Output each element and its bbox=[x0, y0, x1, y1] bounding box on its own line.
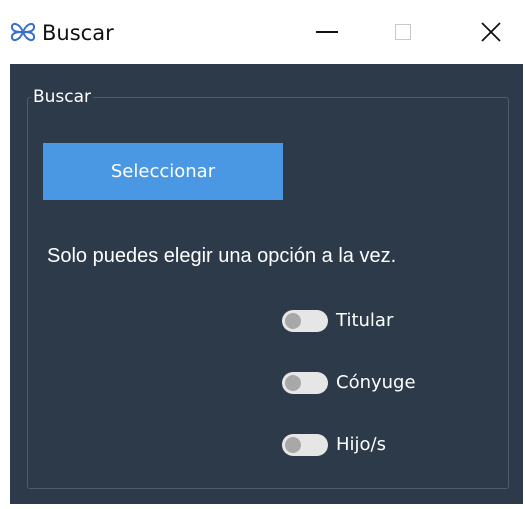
select-button[interactable]: Seleccionar bbox=[43, 143, 283, 200]
client-area: Buscar Seleccionar Solo puedes elegir un… bbox=[10, 64, 523, 504]
title-bar[interactable]: Buscar bbox=[0, 0, 525, 64]
search-window: Buscar Buscar Seleccionar Solo puedes el… bbox=[0, 0, 525, 509]
toggle-knob bbox=[285, 313, 301, 329]
window-title: Buscar bbox=[42, 21, 114, 45]
option-label: Cónyuge bbox=[336, 372, 416, 393]
toggle-switch[interactable] bbox=[282, 310, 328, 332]
butterfly-logo-icon bbox=[10, 22, 36, 42]
option-conyuge[interactable]: Cónyuge bbox=[282, 370, 416, 396]
maximize-icon bbox=[395, 24, 411, 40]
maximize-button[interactable] bbox=[368, 0, 438, 64]
info-text: Solo puedes elegir una opción a la vez. bbox=[47, 245, 397, 267]
toggle-knob bbox=[285, 375, 301, 391]
toggle-switch[interactable] bbox=[282, 372, 328, 394]
toggle-switch[interactable] bbox=[282, 434, 328, 456]
option-label: Hijo/s bbox=[336, 434, 386, 455]
toggle-knob bbox=[285, 437, 301, 453]
option-label: Titular bbox=[336, 310, 394, 331]
option-hijos[interactable]: Hijo/s bbox=[282, 432, 386, 458]
groupbox-legend: Buscar bbox=[31, 87, 94, 107]
minimize-button[interactable] bbox=[292, 0, 362, 64]
option-titular[interactable]: Titular bbox=[282, 308, 393, 334]
close-button[interactable] bbox=[456, 0, 525, 64]
close-icon bbox=[481, 22, 501, 42]
minimize-icon bbox=[316, 31, 338, 33]
